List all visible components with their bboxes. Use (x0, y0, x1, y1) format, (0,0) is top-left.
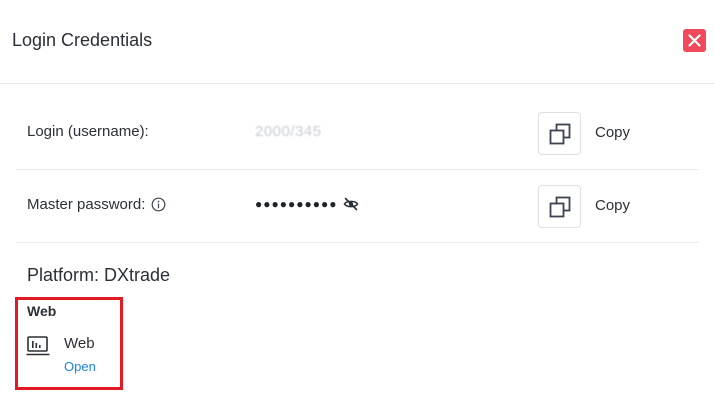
login-credentials-dialog: Login Credentials Login (username): 2000… (0, 0, 714, 403)
eye-off-icon[interactable] (343, 196, 359, 212)
copy-icon (549, 196, 570, 217)
web-terminal-icon[interactable] (26, 335, 50, 357)
password-label: Master password: (27, 196, 166, 213)
password-value: ●●●●●●●●●● (255, 197, 338, 211)
username-value-wrap: 2000/345 (255, 123, 322, 140)
web-open-link[interactable]: Open (64, 359, 96, 374)
web-section-heading: Web (27, 303, 57, 319)
dialog-title: Login Credentials (12, 30, 153, 50)
close-icon (688, 34, 701, 47)
copy-password-label[interactable]: Copy (595, 197, 630, 214)
platform-title: Platform: DXtrade (27, 265, 171, 285)
copy-username-label[interactable]: Copy (595, 124, 630, 141)
web-platform-name: Web (64, 335, 95, 352)
copy-username-button[interactable] (538, 112, 581, 155)
dialog-header: Login Credentials (0, 0, 714, 84)
copy-password-button[interactable] (538, 185, 581, 228)
password-label-text: Master password: (27, 196, 146, 213)
username-row: Login (username): 2000/345 Copy (16, 97, 699, 170)
username-label-text: Login (username): (27, 123, 149, 140)
close-button[interactable] (683, 29, 706, 52)
password-row: Master password: ●●●●●●●●●● Copy (16, 170, 699, 243)
info-icon[interactable] (151, 197, 166, 212)
username-value: 2000/345 (255, 123, 322, 140)
password-value-wrap: ●●●●●●●●●● (255, 196, 359, 212)
copy-icon (549, 123, 570, 144)
username-label: Login (username): (27, 123, 149, 140)
